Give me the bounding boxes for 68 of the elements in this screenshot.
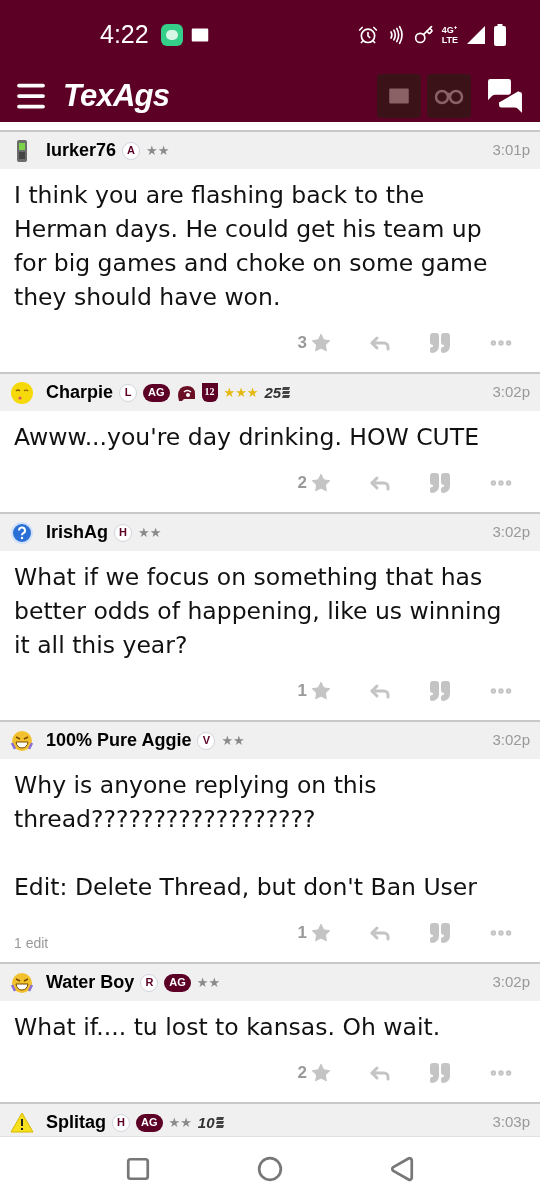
role-badge: L (119, 383, 138, 402)
signal-icon (466, 25, 486, 45)
star-icon (310, 680, 332, 702)
username[interactable]: Splitag (46, 1109, 106, 1136)
laughing-face-icon (10, 728, 34, 753)
role-badge: H (114, 523, 132, 542)
username[interactable]: IrishAg (46, 519, 108, 546)
post-text: Edit: Delete Thread, but don't Ban User (14, 872, 478, 903)
post-time: 3:01p (492, 140, 530, 161)
battery-icon (494, 24, 506, 46)
username[interactable]: Water Boy (46, 969, 135, 996)
years-label: 25 (264, 385, 282, 400)
messages-button[interactable] (377, 74, 421, 118)
star-icon (310, 1062, 332, 1084)
years-label: 10 (197, 1115, 215, 1130)
app-logo[interactable]: TexAgs (63, 72, 170, 120)
username[interactable]: 100% Pure Aggie (46, 727, 192, 754)
rank-stars: ★★ (196, 976, 221, 989)
username[interactable]: Charpie (46, 379, 114, 406)
status-time: 4:22 (100, 19, 149, 51)
post-time: 3:02p (492, 730, 530, 751)
lines-icon (282, 387, 291, 398)
star-icon (310, 472, 332, 494)
key-icon (413, 25, 434, 45)
ag-badge: AG (143, 383, 170, 402)
quote-icon[interactable] (428, 331, 452, 355)
post-time: 3:02p (492, 382, 530, 403)
recents-icon[interactable] (125, 1155, 151, 1182)
chat-app-icon (160, 24, 183, 46)
post-time: 3:03p (492, 1112, 530, 1133)
alarm-icon (357, 25, 378, 45)
quote-icon[interactable] (428, 1061, 452, 1085)
rank-stars: ★★ (146, 144, 170, 157)
rank-stars: ★★ (138, 526, 162, 539)
post-text: What if.... tu lost to kansas. Oh wait. (14, 1012, 442, 1043)
network-type: 4G⁺ (441, 25, 458, 35)
binoculars-button[interactable] (427, 74, 471, 118)
help-icon (10, 520, 34, 545)
helmet-icon (175, 383, 196, 402)
ag-badge: AG (136, 1113, 163, 1132)
rank-stars: ★★★ (223, 386, 259, 399)
post-text: I think you are flashing back to the Herman days. He could get his team up for big games and choke on some game they should have won. (14, 180, 489, 313)
star-icon (310, 922, 332, 944)
shield-badge: 12 (201, 383, 218, 402)
post-text: Why is anyone replying on this thread?????????????????? (14, 770, 378, 835)
username[interactable]: lurker76 (46, 137, 117, 164)
post-text: Awww...you're day drinking. HOW CUTE (14, 422, 481, 453)
star-icon (310, 332, 332, 354)
home-icon[interactable] (257, 1155, 283, 1182)
role-badge: A (122, 141, 141, 160)
network-sub: LTE (441, 35, 458, 45)
warning-icon (10, 1110, 34, 1135)
quote-icon[interactable] (428, 679, 452, 703)
smiley-icon (10, 380, 34, 405)
quote-icon[interactable] (428, 471, 452, 495)
post-text: What if we focus on something that has better odds of happening, like us winning it all this year? (14, 562, 503, 661)
ag-badge: AG (164, 973, 191, 992)
quote-icon[interactable] (428, 921, 452, 945)
role-badge: H (112, 1113, 130, 1132)
role-badge: R (140, 973, 159, 992)
post-time: 3:02p (492, 972, 530, 993)
rank-stars: ★★ (221, 734, 245, 747)
back-icon[interactable] (389, 1155, 415, 1182)
laughing-face-icon (10, 970, 34, 995)
role-badge: V (197, 731, 216, 750)
lines-icon (215, 1117, 224, 1128)
post-time: 3:02p (492, 522, 530, 543)
rank-stars: ★★ (168, 1116, 192, 1129)
